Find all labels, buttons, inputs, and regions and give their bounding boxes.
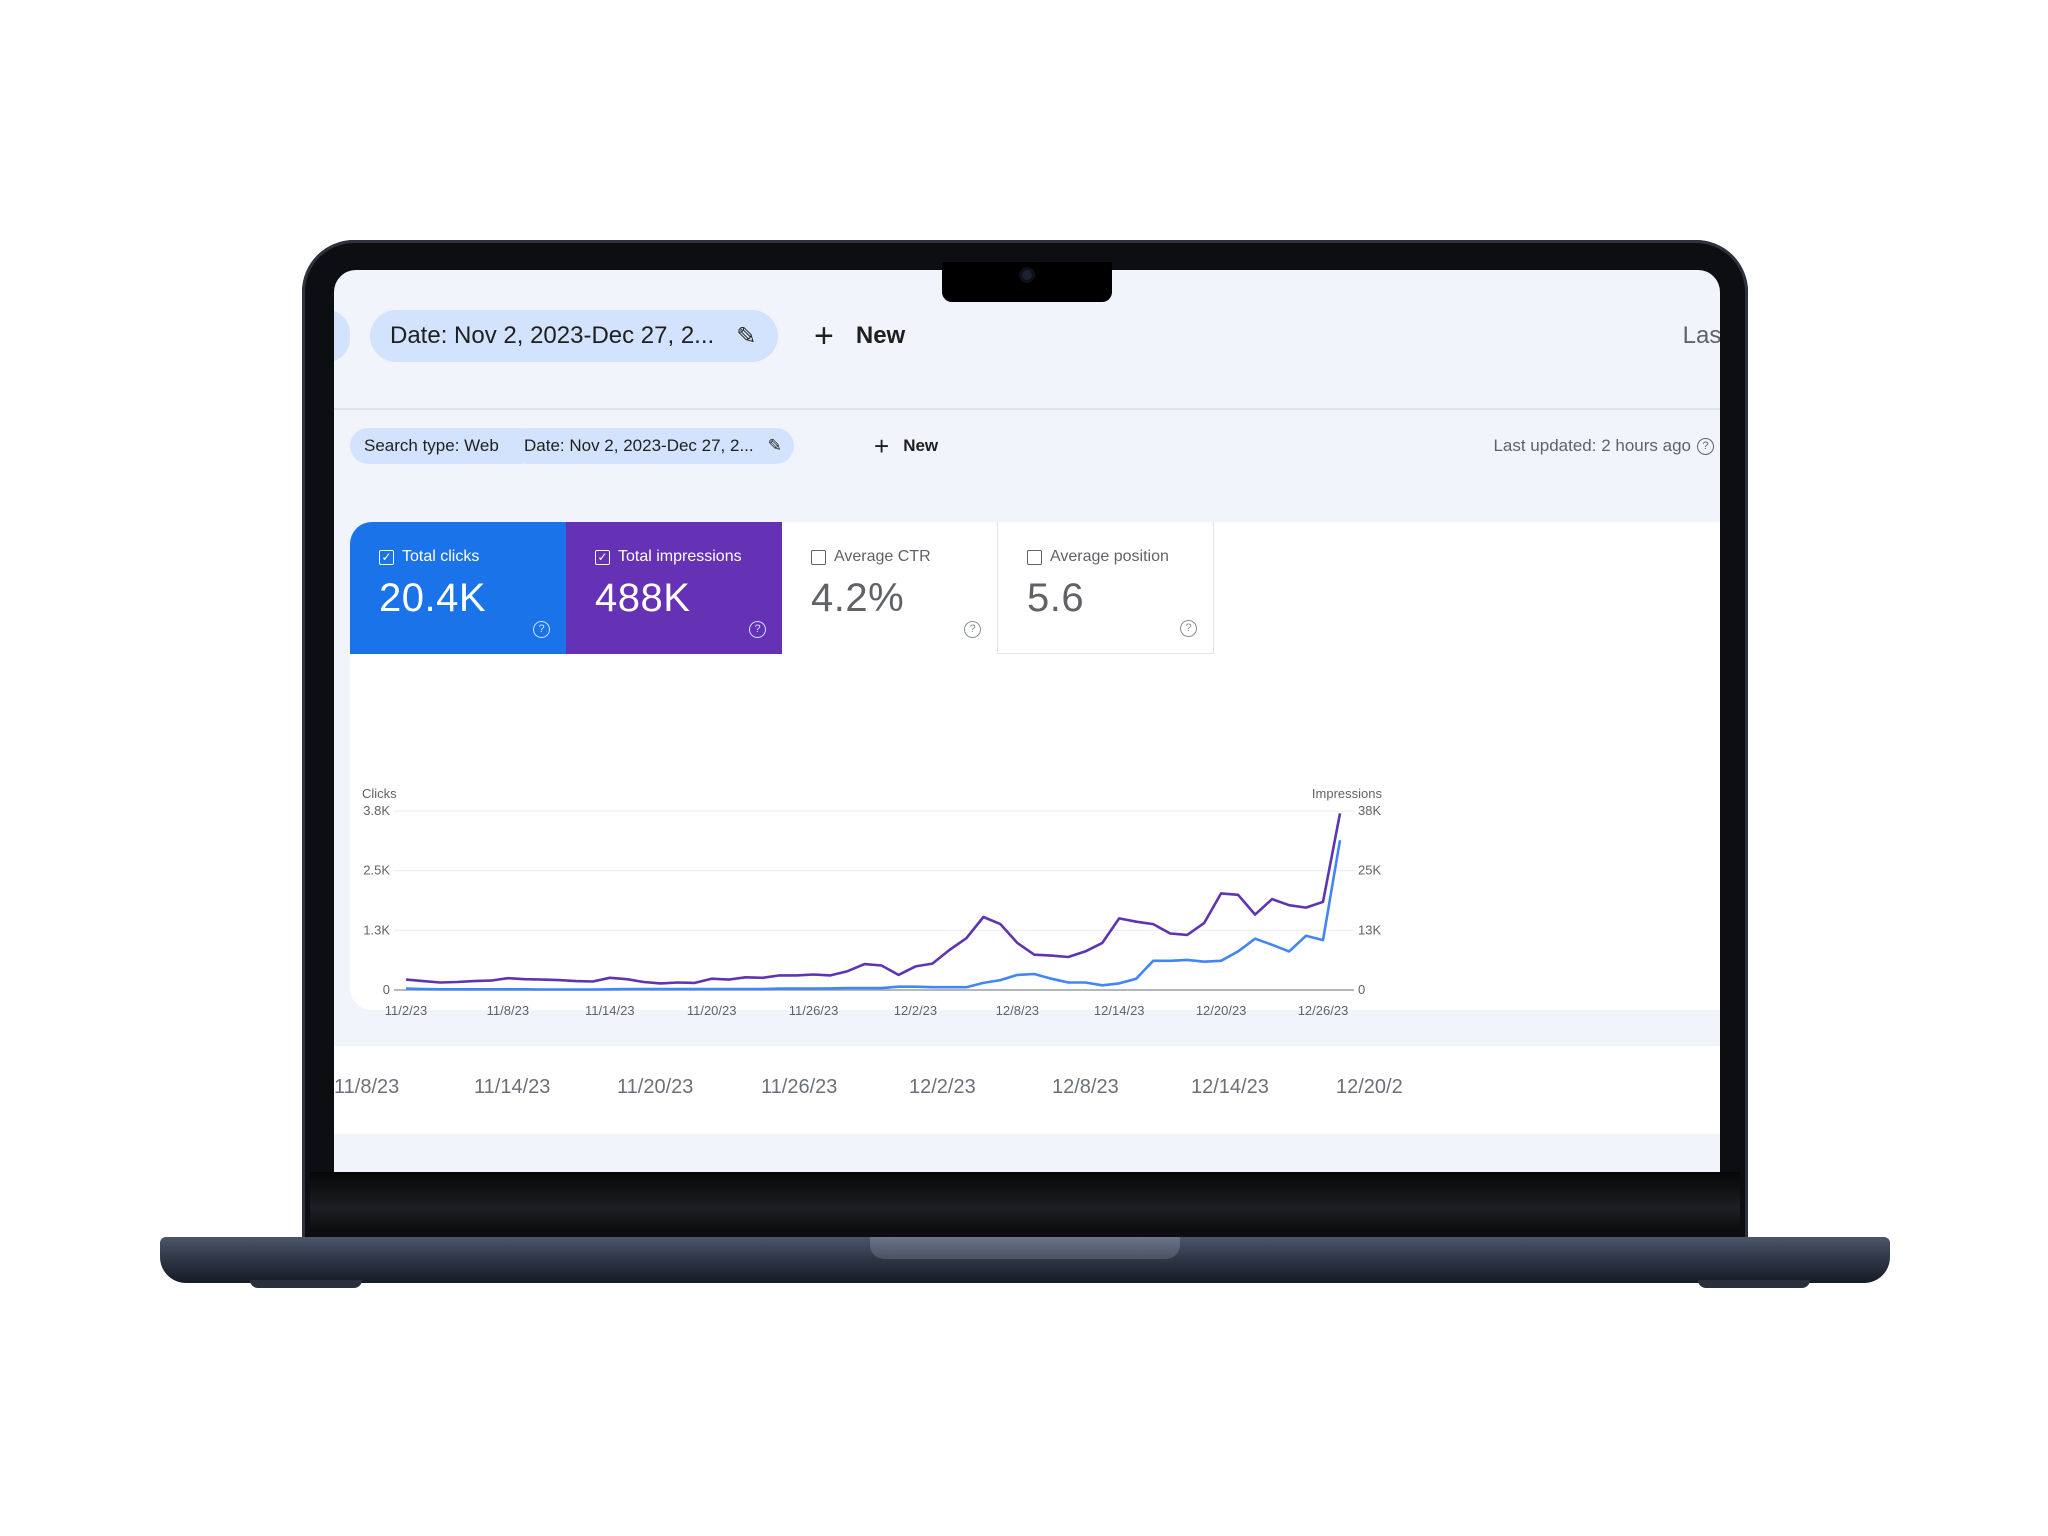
x-tick-label: 12/2/23 [894,1003,937,1018]
search-type-label: Search type: Web [364,436,499,455]
laptop-foot-right [1698,1280,1810,1288]
checkbox-checked-icon[interactable]: ✓ [595,549,610,565]
x-tick-label: 12/26/23 [1298,1003,1349,1018]
x-tick-label: 11/26/23 [789,1003,839,1018]
background-date-strip: 11/8/23 11/14/23 11/20/23 11/26/23 12/2/… [334,1046,1720,1134]
x-tick-label: 11/2/23 [385,1003,427,1018]
plus-icon: + [814,316,834,355]
help-icon[interactable]: ? [749,621,766,638]
help-icon[interactable]: ? [1697,437,1714,455]
x-tick-label: 11/20/23 [687,1003,737,1018]
bg-date-label: 12/14/23 [1191,1076,1269,1098]
x-tick-label: 11/8/23 [487,1003,529,1018]
last-updated: Last updated: 2 hours ago ? [1493,436,1714,456]
metric-value: 4.2% [811,576,905,620]
bg-date-chip-label: Date: Nov 2, 2023-Dec 27, 2... [390,322,715,349]
metric-label: Average position [1050,548,1169,565]
x-tick-label: 12/8/23 [996,1003,1039,1018]
right-tick-label: 25K [1358,863,1381,878]
laptop-hinge [870,1237,1180,1259]
bg-new-button[interactable]: + New [814,310,905,362]
bg-date-label: 11/8/23 [334,1076,400,1098]
date-chip[interactable]: Date: Nov 2, 2023-Dec 27, 2... ✎ [510,428,794,464]
metric-label: Total clicks [402,548,480,565]
series-line-clicks [405,839,1342,991]
bg-date-label: 12/2/23 [909,1076,976,1098]
left-axis-title: Clicks [362,786,397,801]
x-tick-label: 12/14/23 [1094,1003,1145,1018]
right-tick-label: 0 [1358,982,1365,997]
new-filter-button[interactable]: + New [874,428,938,464]
screen: Date: Nov 2, 2023-Dec 27, 2... ✎ + New L… [334,270,1720,1172]
help-icon[interactable]: ? [964,621,981,638]
metric-card-average-position[interactable]: Average position 5.6 ? [998,522,1214,654]
metric-value: 488K [595,576,691,620]
help-icon[interactable]: ? [1180,620,1197,637]
x-tick-label: 12/20/23 [1196,1003,1247,1018]
left-tick-label: 0 [383,982,390,997]
left-tick-label: 1.3K [363,922,390,937]
series-line-impressions [405,813,1342,985]
background-strip-footer [334,1134,1720,1172]
edit-icon: ✎ [767,436,782,455]
checkbox-checked-icon[interactable]: ✓ [379,549,394,565]
x-tick-label: 11/14/23 [585,1003,635,1018]
metric-card-total-clicks[interactable]: ✓ Total clicks 20.4K ? [350,522,566,654]
bg-date-label: 12/8/23 [1052,1076,1119,1098]
last-updated-text: Last updated: 2 hours ago [1493,436,1691,455]
bg-date-label: 12/20/2 [1336,1076,1403,1098]
right-tick-label: 13K [1358,922,1381,937]
metric-value: 20.4K [379,576,487,620]
right-tick-label: 38K [1358,803,1381,818]
new-filter-label: New [903,436,939,455]
bg-last-updated: Last [1682,322,1720,349]
metric-value: 5.6 [1027,576,1085,620]
checkbox-unchecked-icon[interactable] [1027,549,1042,565]
metric-card-average-ctr[interactable]: Average CTR 4.2% ? [782,522,998,654]
edit-icon: ✎ [736,322,757,350]
laptop-chin [310,1172,1740,1232]
camera-icon [1022,270,1032,280]
left-tick-label: 3.8K [363,803,390,818]
metric-label: Total impressions [618,548,742,565]
metric-label: Average CTR [834,548,931,565]
plus-icon: + [874,430,890,461]
help-icon[interactable]: ? [533,621,550,638]
date-chip-label: Date: Nov 2, 2023-Dec 27, 2... [524,436,754,455]
bg-date-label: 11/14/23 [474,1076,551,1098]
metric-card-total-impressions[interactable]: ✓ Total impressions 488K ? [566,522,782,654]
laptop-foot-left [250,1280,362,1288]
left-tick-label: 2.5K [363,863,390,878]
checkbox-unchecked-icon[interactable] [811,549,826,565]
partial-chip[interactable] [334,310,350,362]
performance-chart[interactable]: Clicks Impressions 0 0 1.3K 13K 2.5K 25K 3.8K 38K… [334,670,1720,1030]
bg-new-label: New [855,322,906,349]
bg-date-chip[interactable]: Date: Nov 2, 2023-Dec 27, 2... ✎ [370,310,779,362]
bg-date-label: 11/26/23 [761,1076,838,1098]
right-axis-title: Impressions [1312,786,1383,801]
bg-date-label: 11/20/23 [617,1076,694,1098]
camera-notch [942,262,1112,302]
laptop-base [160,1237,1890,1283]
